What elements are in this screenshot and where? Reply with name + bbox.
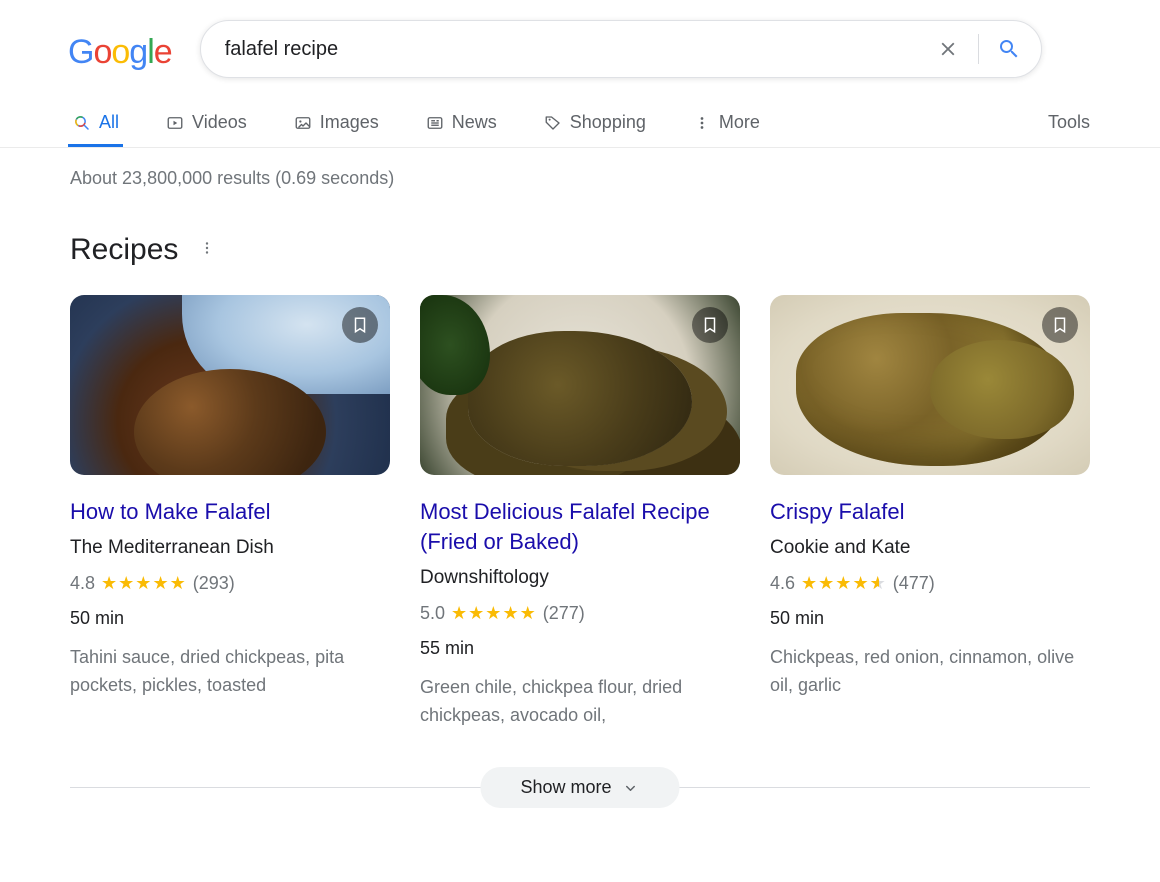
show-more-label: Show more (520, 777, 611, 798)
bookmark-button[interactable] (342, 307, 378, 343)
search-button[interactable] (995, 35, 1023, 63)
close-icon (937, 38, 959, 60)
recipe-ingredients: Green chile, chickpea flour, dried chick… (420, 673, 740, 729)
tools-button[interactable]: Tools (1048, 112, 1090, 147)
result-stats: About 23,800,000 results (0.69 seconds) (70, 168, 1160, 189)
recipe-title-link[interactable]: Crispy Falafel (770, 497, 1090, 527)
review-count: (477) (893, 573, 935, 594)
recipe-title-link[interactable]: How to Make Falafel (70, 497, 390, 527)
recipe-source: Cookie and Kate (770, 537, 1090, 559)
show-more-button[interactable]: Show more (480, 767, 679, 808)
tab-shopping[interactable]: Shopping (539, 112, 650, 147)
recipe-source: Downshiftology (420, 567, 740, 589)
recipe-card: How to Make Falafel The Mediterranean Di… (70, 295, 390, 729)
rating-value: 4.6 (770, 573, 795, 594)
more-vertical-icon (198, 239, 216, 257)
tab-all[interactable]: All (68, 112, 123, 147)
recipe-time: 55 min (420, 638, 740, 659)
news-icon (425, 113, 445, 133)
bookmark-icon (351, 316, 369, 334)
review-count: (293) (193, 573, 235, 594)
tab-label: Images (320, 112, 379, 133)
tabs-row: All Videos Images News Shopping More Too… (0, 112, 1160, 148)
recipe-ingredients: Chickpeas, red onion, cinnamon, olive oi… (770, 643, 1090, 699)
recipe-title-link[interactable]: Most Delicious Falafel Recipe (Fried or … (420, 497, 740, 557)
tab-news[interactable]: News (421, 112, 501, 147)
tag-icon (543, 113, 563, 133)
bookmark-icon (701, 316, 719, 334)
search-bar (200, 20, 1042, 78)
star-icon: ★★★★★ (451, 603, 537, 624)
image-icon (293, 113, 313, 133)
recipe-card: Crispy Falafel Cookie and Kate 4.6 ★★★★★… (770, 295, 1090, 729)
video-icon (165, 113, 185, 133)
tab-label: News (452, 112, 497, 133)
star-icon: ★★★★★ (801, 573, 887, 594)
tab-label: All (99, 112, 119, 133)
tab-label: Shopping (570, 112, 646, 133)
recipe-rating: 4.8 ★★★★★ (293) (70, 573, 390, 594)
search-divider (978, 34, 979, 64)
recipe-rating: 5.0 ★★★★★ (277) (420, 603, 740, 624)
clear-search-button[interactable] (934, 35, 962, 63)
recipe-source: The Mediterranean Dish (70, 537, 390, 559)
recipe-ingredients: Tahini sauce, dried chickpeas, pita pock… (70, 643, 390, 699)
search-input[interactable] (225, 38, 934, 61)
bookmark-button[interactable] (1042, 307, 1078, 343)
recipe-time: 50 min (770, 608, 1090, 629)
more-vertical-icon (692, 113, 712, 133)
recipe-rating: 4.6 ★★★★★ (477) (770, 573, 1090, 594)
tab-videos[interactable]: Videos (161, 112, 251, 147)
rating-value: 4.8 (70, 573, 95, 594)
tab-images[interactable]: Images (289, 112, 383, 147)
google-logo[interactable]: Google (68, 33, 172, 72)
review-count: (277) (543, 603, 585, 624)
tab-more[interactable]: More (688, 112, 764, 147)
recipe-time: 50 min (70, 608, 390, 629)
recipe-image[interactable] (770, 295, 1090, 475)
search-color-icon (72, 113, 92, 133)
bookmark-button[interactable] (692, 307, 728, 343)
bookmark-icon (1051, 316, 1069, 334)
tab-label: Videos (192, 112, 247, 133)
recipe-card: Most Delicious Falafel Recipe (Fried or … (420, 295, 740, 729)
star-icon: ★★★★★ (101, 573, 187, 594)
rating-value: 5.0 (420, 603, 445, 624)
recipes-heading: Recipes (70, 233, 178, 267)
search-icon (997, 37, 1021, 61)
recipes-more-button[interactable] (198, 239, 216, 262)
recipe-image[interactable] (70, 295, 390, 475)
chevron-down-icon (622, 779, 640, 797)
recipe-image[interactable] (420, 295, 740, 475)
tab-label: More (719, 112, 760, 133)
